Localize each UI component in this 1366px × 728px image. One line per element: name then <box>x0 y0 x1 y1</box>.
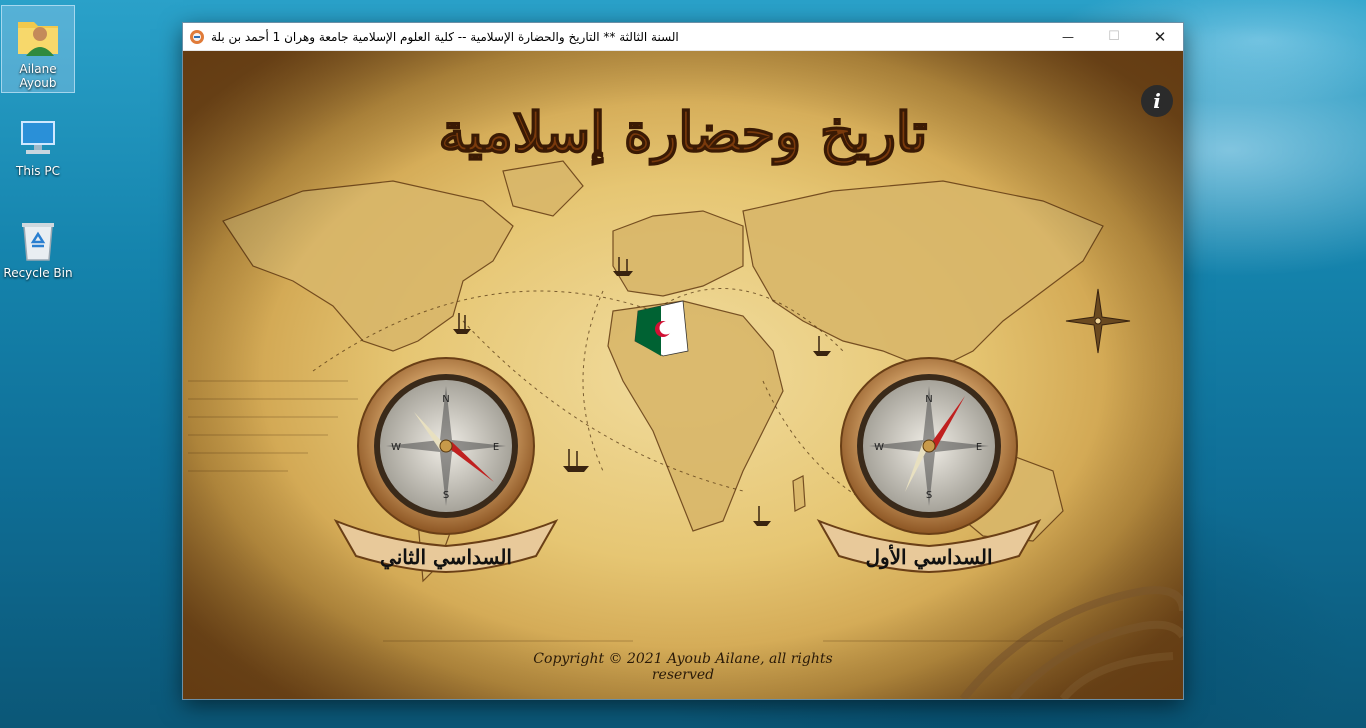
svg-text:N: N <box>925 394 932 405</box>
desktop-icon-label: Ailane Ayoub <box>19 62 57 90</box>
maximize-button[interactable]: ☐ <box>1091 23 1137 50</box>
desktop-icon-label: This PC <box>16 164 60 178</box>
app-content: تاريخ وحضارة إسلامية N S W E السداسي الث… <box>183 51 1183 699</box>
desktop-icon-label: Recycle Bin <box>3 266 73 280</box>
svg-text:N: N <box>442 394 449 405</box>
info-button[interactable]: i <box>1141 85 1173 117</box>
copyright-text: Copyright © 2021 Ayoub Ailane, all right… <box>533 651 833 683</box>
computer-icon <box>14 114 62 162</box>
maximize-icon: ☐ <box>1108 29 1120 44</box>
app-window: السنة الثالثة ** التاريخ والحضارة الإسلا… <box>183 23 1183 699</box>
world-map-background: تاريخ وحضارة إسلامية N S W E السداسي الث… <box>183 51 1183 699</box>
second-semester-label: السداسي الثاني <box>380 545 512 570</box>
window-titlebar[interactable]: السنة الثالثة ** التاريخ والحضارة الإسلا… <box>183 23 1183 51</box>
svg-text:S: S <box>443 490 449 501</box>
svg-text:E: E <box>976 442 982 453</box>
window-title: السنة الثالثة ** التاريخ والحضارة الإسلا… <box>211 29 679 44</box>
app-globe-icon <box>189 29 205 45</box>
header-calligraphy: تاريخ وحضارة إسلامية <box>439 100 928 166</box>
window-controls: — ☐ ✕ <box>1045 23 1183 50</box>
info-icon: i <box>1153 89 1161 113</box>
desktop-icon-recycle-bin[interactable]: Recycle Bin <box>2 210 74 282</box>
minimize-button[interactable]: — <box>1045 23 1091 50</box>
close-button[interactable]: ✕ <box>1137 23 1183 50</box>
desktop-icon-user-folder[interactable]: Ailane Ayoub <box>1 5 75 93</box>
recycle-bin-icon <box>14 216 62 264</box>
first-semester-label: السداسي الأول <box>865 544 992 570</box>
svg-text:W: W <box>391 442 401 453</box>
minimize-icon: — <box>1062 29 1074 44</box>
svg-text:S: S <box>926 490 932 501</box>
user-folder-icon <box>14 12 62 60</box>
svg-text:W: W <box>874 442 884 453</box>
close-icon: ✕ <box>1153 27 1167 46</box>
svg-text:E: E <box>493 442 499 453</box>
desktop-icon-this-pc[interactable]: This PC <box>2 108 74 180</box>
